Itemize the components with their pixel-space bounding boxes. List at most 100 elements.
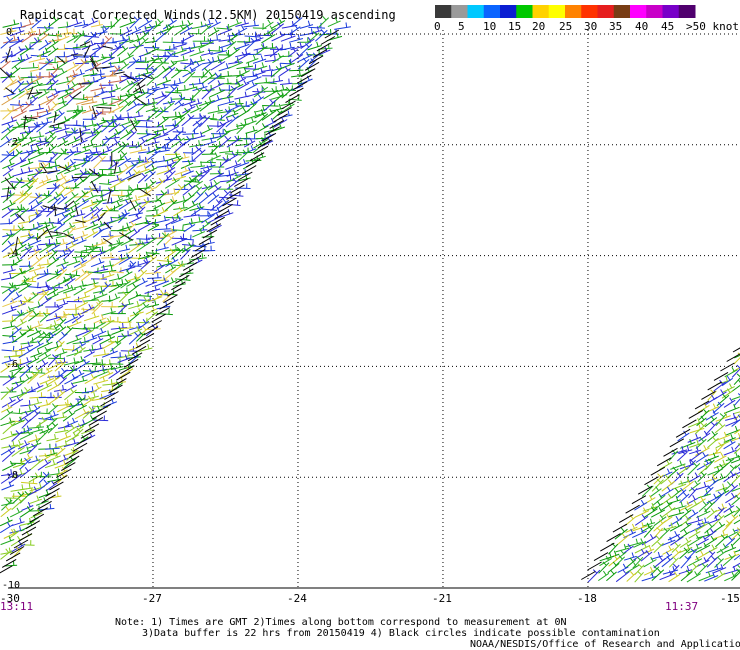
wind-barb [19, 261, 33, 267]
wind-barb [108, 273, 123, 282]
wind-barb [191, 21, 206, 30]
wind-barb [72, 176, 87, 190]
wind-barb [138, 130, 151, 140]
wind-barb [47, 110, 60, 119]
wind-barb [145, 98, 158, 107]
wind-barb [235, 67, 250, 78]
wind-barb [606, 550, 620, 560]
wind-barb [270, 75, 283, 83]
wind-barb [207, 192, 220, 204]
wind-barb [696, 508, 711, 519]
swath-edge-barb [143, 326, 159, 336]
wind-barb [47, 183, 61, 197]
wind-barb [129, 34, 142, 44]
wind-barb [162, 37, 176, 43]
wind-barb [189, 28, 202, 35]
wind-barb [280, 58, 294, 65]
wind-barb [734, 393, 740, 406]
wind-barb [45, 230, 62, 238]
wind-barb [670, 534, 684, 546]
wind-barb [0, 506, 12, 518]
wind-barb [237, 36, 254, 43]
wind-barb [318, 16, 330, 28]
wind-barb [39, 450, 56, 457]
wind-barb [668, 556, 679, 568]
note-line-1: Note: 1) Times are GMT 2)Times along bot… [115, 617, 567, 628]
lat-label: -8 [6, 470, 19, 481]
wind-barb [659, 486, 674, 498]
wind-barb [0, 150, 14, 163]
wind-barb [66, 33, 79, 44]
wind-barb [108, 293, 121, 303]
wind-barb [660, 500, 673, 512]
wind-barb [29, 131, 45, 139]
swath-edge-barb [644, 476, 659, 486]
wind-barb [253, 42, 268, 51]
contamination-barb [5, 47, 11, 63]
wind-barb [101, 231, 114, 238]
wind-barb [0, 535, 15, 546]
wind-barb [172, 225, 187, 232]
wind-barb [116, 333, 128, 344]
wind-barb [171, 235, 187, 246]
wind-barb [156, 45, 174, 52]
wind-barb [1, 95, 13, 106]
wind-barb [208, 27, 220, 37]
swath-edge-barb [194, 242, 210, 252]
wind-barb [46, 434, 59, 442]
wind-barb [45, 125, 59, 135]
wind-barb [162, 80, 179, 86]
wind-barb [45, 443, 60, 450]
wind-barb [63, 366, 77, 379]
wind-barb [662, 545, 675, 555]
swath-edge-barb [675, 428, 691, 438]
wind-barb [134, 269, 148, 282]
wind-barb [731, 396, 740, 401]
wind-barb [66, 49, 79, 58]
wind-barb [84, 31, 98, 44]
wind-barb [299, 75, 313, 85]
wind-barb [171, 37, 188, 44]
wind-barb [62, 222, 76, 233]
wind-barb [74, 434, 89, 447]
wind-barb [110, 16, 122, 29]
wind-barb [210, 143, 220, 155]
wind-barb [64, 43, 81, 50]
swath-edge-barb [293, 81, 308, 91]
wind-barb [200, 23, 212, 35]
wind-barb [705, 474, 718, 483]
wind-barb [8, 213, 22, 225]
wind-barb [55, 51, 68, 58]
wind-barb [245, 37, 258, 50]
swath-edge-barb [625, 504, 640, 514]
wind-barb [641, 572, 658, 582]
wind-barb [180, 268, 194, 275]
lat-label: -4 [6, 248, 19, 259]
wind-barb [90, 274, 108, 280]
wind-barb [21, 62, 39, 69]
wind-barb [119, 18, 136, 28]
wind-barb [182, 218, 196, 226]
wind-barb [163, 111, 181, 119]
wind-barb [234, 91, 251, 100]
wind-barb [715, 413, 727, 427]
wind-barb [152, 18, 164, 30]
wind-barb [12, 80, 25, 93]
wind-barb [83, 91, 100, 99]
wind-barb [126, 57, 140, 69]
lon-label: -27 [142, 592, 162, 605]
wind-barb [57, 161, 73, 169]
wind-barb [20, 466, 32, 478]
wind-barb [93, 117, 109, 127]
wind-barb [21, 417, 32, 429]
wind-barb [38, 489, 52, 499]
lat-label: -2 [6, 137, 19, 148]
wind-barb [153, 124, 168, 133]
wind-barb [144, 285, 161, 294]
wind-barb [209, 80, 224, 91]
wind-barb [688, 480, 701, 492]
wind-barb [64, 388, 77, 401]
wind-barb [696, 415, 707, 427]
wind-barb [120, 236, 134, 246]
wind-barb [209, 168, 224, 175]
